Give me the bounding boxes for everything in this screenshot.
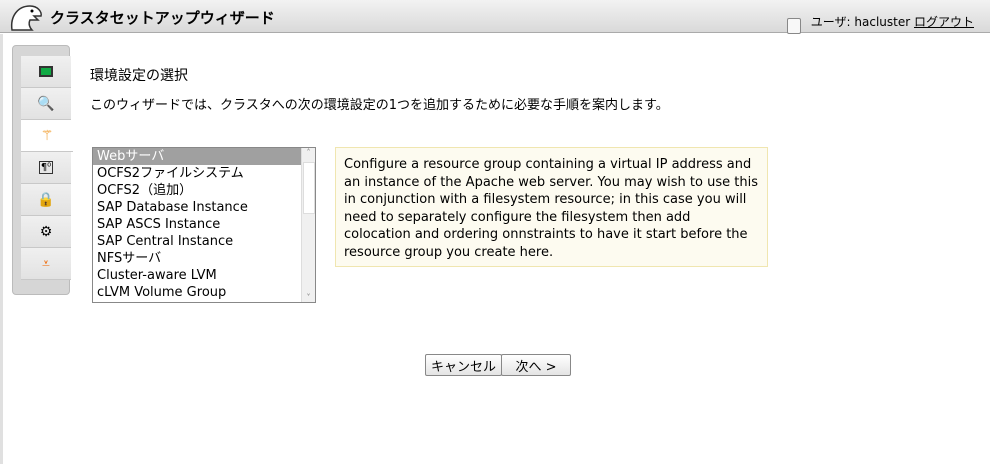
sidebar-nav: 🔍 ⚚ ¶⁰ 🔒 ⚙ ⩡ — [12, 45, 73, 295]
wizard-wand-icon: ⚚ — [40, 127, 54, 144]
scroll-thumb[interactable] — [303, 162, 315, 214]
network-icon: ⩡ — [42, 255, 50, 272]
nav-configure[interactable]: ¶⁰ — [21, 152, 71, 184]
list-item[interactable]: Webサーバ — [93, 148, 301, 165]
nav-network[interactable]: ⩡ — [21, 248, 71, 280]
scroll-search-icon: 🔍 — [37, 95, 55, 112]
user-info: ユーザ: hacluster ログアウト — [811, 13, 974, 30]
list-item[interactable]: NFSサーバ — [93, 250, 301, 267]
logout-link[interactable]: ログアウト — [914, 15, 974, 29]
scroll-down-icon[interactable]: ˅ — [302, 293, 315, 302]
list-item[interactable]: SAP ASCS Instance — [93, 216, 301, 233]
user-label: ユーザ: hacluster — [810, 15, 911, 29]
nav-history[interactable]: 🔍 — [21, 88, 71, 120]
left-border — [0, 34, 3, 464]
nav-monitor[interactable] — [21, 56, 71, 88]
next-button[interactable]: 次へ > — [501, 354, 571, 376]
list-item[interactable]: OCFS2（追加） — [93, 182, 301, 199]
user-icon — [787, 18, 801, 34]
gears-icon: ⚙ — [39, 223, 53, 240]
list-item[interactable]: OCFS2ファイルシステム — [93, 165, 301, 182]
header: クラスタセットアップウィザード ユーザ: hacluster ログアウト — [0, 0, 990, 34]
configure-icon: ¶⁰ — [38, 161, 54, 174]
list-item[interactable]: cLVM Volume Group — [93, 284, 301, 301]
page-title: 環境設定の選択 — [90, 68, 188, 84]
cancel-button[interactable]: キャンセル — [425, 354, 503, 376]
nav-wizard[interactable]: ⚚ — [21, 120, 73, 152]
page-description: このウィザードでは、クラスタへの次の環境設定の1つを追加するために必要な手順を案… — [90, 98, 669, 113]
gecko-logo-icon — [10, 5, 42, 31]
monitor-icon — [39, 66, 53, 77]
description-panel: Configure a resource group containing a … — [335, 147, 768, 267]
configuration-listbox[interactable]: Webサーバ OCFS2ファイルシステム OCFS2（追加） SAP Datab… — [92, 147, 316, 303]
scrollbar[interactable]: ˄ ˅ — [301, 148, 315, 302]
list-item[interactable]: SAP Database Instance — [93, 199, 301, 216]
nav-access[interactable]: 🔒 — [21, 184, 71, 216]
window-title: クラスタセットアップウィザード — [50, 9, 275, 27]
lock-icon: 🔒 — [37, 191, 55, 208]
list-item[interactable]: Cluster-aware LVM — [93, 267, 301, 284]
scroll-up-icon[interactable]: ˄ — [302, 148, 315, 157]
list-item[interactable]: SAP Central Instance — [93, 233, 301, 250]
nav-resources[interactable]: ⚙ — [21, 216, 71, 248]
